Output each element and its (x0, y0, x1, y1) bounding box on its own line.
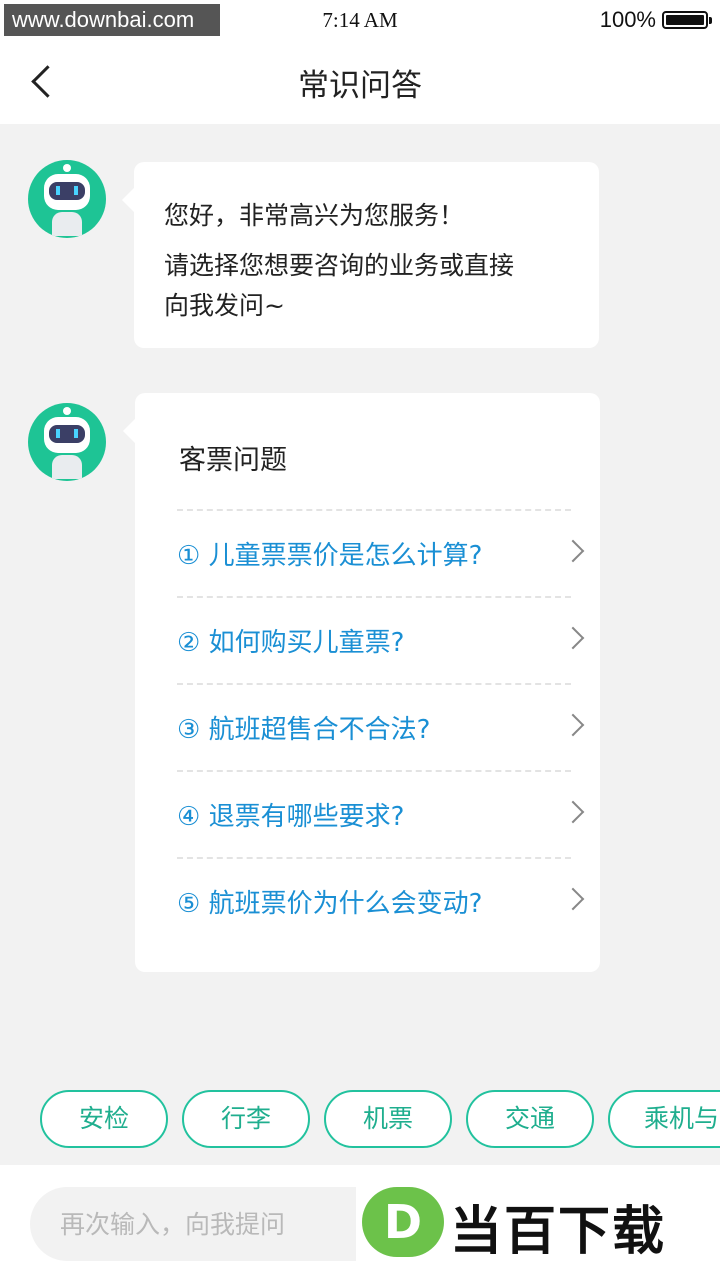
chevron-right-icon (561, 887, 585, 911)
faq-item[interactable]: ④ 退票有哪些要求? (177, 770, 585, 857)
faq-item-label: ④ 退票有哪些要求? (177, 802, 405, 832)
tag-chip-transport[interactable]: 交通 (466, 1090, 594, 1148)
chevron-right-icon (561, 800, 585, 824)
faq-bubble: 客票问题 ① 儿童票票价是怎么计算? ② 如何购买儿童票? ③ 航班超售合不合法… (123, 393, 600, 972)
robot-avatar-icon (28, 403, 106, 481)
tag-chip-security[interactable]: 安检 (40, 1090, 168, 1148)
greeting-line: 向我发问~ (164, 291, 285, 320)
greeting-bubble: 您好，非常高兴为您服务！ 请选择您想要咨询的业务或直接 向我发问~ (122, 162, 599, 348)
robot-avatar-icon (28, 160, 106, 238)
faq-item-label: ② 如何购买儿童票? (177, 628, 405, 658)
tag-chip-luggage[interactable]: 行李 (182, 1090, 310, 1148)
chevron-right-icon (561, 713, 585, 737)
faq-item[interactable]: ⑤ 航班票价为什么会变动? (177, 857, 585, 944)
battery-percentage: 100% (599, 7, 656, 32)
watermark-bottom: D 当百下载 (356, 1165, 720, 1280)
faq-list: ① 儿童票票价是怎么计算? ② 如何购买儿童票? ③ 航班超售合不合法? ④ 退… (177, 509, 585, 944)
header: 常识问答 (0, 40, 720, 124)
faq-item-label: ⑤ 航班票价为什么会变动? (177, 889, 483, 919)
greeting-line: 请选择您想要咨询的业务或直接 (164, 251, 515, 280)
faq-item-label: ① 儿童票票价是怎么计算? (177, 541, 483, 571)
chevron-right-icon (561, 626, 585, 650)
faq-item[interactable]: ③ 航班超售合不合法? (177, 683, 585, 770)
tag-chip-ticket[interactable]: 机票 (324, 1090, 452, 1148)
watermark-text: 当百下载 (450, 1202, 667, 1262)
battery-icon (662, 11, 712, 29)
tag-chip-boarding[interactable]: 乘机与 (608, 1090, 720, 1148)
quick-tags-row: 安检 行李 机票 交通 乘机与 (0, 1090, 720, 1148)
faq-item[interactable]: ② 如何购买儿童票? (177, 596, 585, 683)
faq-item-label: ③ 航班超售合不合法? (177, 715, 431, 745)
watermark-logo-letter: D (383, 1195, 423, 1249)
status-bar: www.downbai.com 7:14 AM 100% (0, 0, 720, 40)
message-input[interactable] (30, 1187, 410, 1261)
faq-title: 客票问题 (179, 445, 287, 476)
faq-item[interactable]: ① 儿童票票价是怎么计算? (177, 509, 585, 596)
chevron-right-icon (561, 539, 585, 563)
page-title: 常识问答 (298, 68, 422, 104)
greeting-line: 您好，非常高兴为您服务！ (164, 201, 465, 230)
